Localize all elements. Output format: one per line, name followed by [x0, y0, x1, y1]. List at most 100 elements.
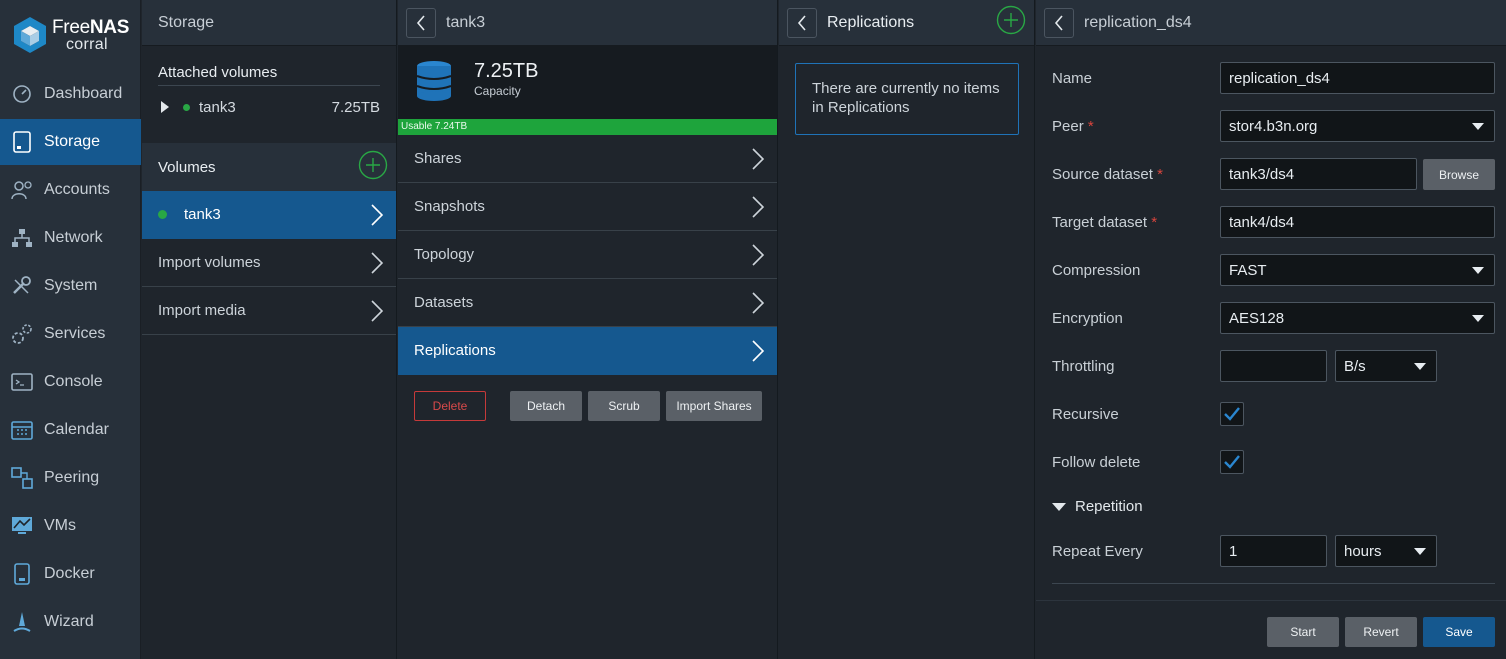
sidebar-item-network[interactable]: Network: [0, 215, 141, 261]
peering-icon: [0, 467, 44, 489]
volumes-header: Volumes: [142, 143, 396, 191]
freenas-logo[interactable]: FreeNAS corral: [0, 0, 140, 72]
expand-triangle-icon[interactable]: [161, 101, 169, 113]
follow-delete-checkbox[interactable]: [1220, 450, 1244, 474]
repeat-unit-value: hours: [1344, 542, 1382, 560]
encryption-row: Encryption AES128: [1052, 302, 1496, 334]
system-icon: [0, 276, 44, 296]
sidebar-item-system[interactable]: System: [0, 263, 141, 309]
tab-replications[interactable]: Replications: [398, 327, 777, 375]
sidebar-item-peering[interactable]: Peering: [0, 455, 141, 501]
chevron-right-icon: [752, 147, 765, 170]
source-dataset-field[interactable]: tank3/ds4: [1220, 158, 1417, 190]
target-dataset-label: Target dataset *: [1052, 213, 1158, 231]
sidebar-item-label: Dashboard: [44, 85, 123, 102]
tab-topology[interactable]: Topology: [398, 231, 777, 279]
add-replication-button[interactable]: [996, 5, 1026, 40]
attached-volume-row[interactable]: tank3 7.25TB: [158, 92, 380, 122]
sidebar-item-wizard[interactable]: Wizard: [0, 599, 141, 645]
repetition-section-toggle[interactable]: Repetition: [1052, 498, 1143, 515]
import-media-item[interactable]: Import media: [142, 287, 396, 335]
import-volumes-label: Import volumes: [158, 254, 261, 271]
chevron-down-icon: [1472, 314, 1484, 322]
freenas-logo-icon: [14, 17, 46, 53]
volume-item-tank3[interactable]: tank3: [142, 191, 396, 239]
throttling-field[interactable]: [1220, 350, 1327, 382]
tab-shares[interactable]: Shares: [398, 135, 777, 183]
encryption-value: AES128: [1229, 309, 1285, 327]
sidebar-item-console[interactable]: Console: [0, 359, 141, 405]
back-button[interactable]: [1044, 7, 1074, 38]
repeat-every-row: Repeat Every 1 hours: [1052, 535, 1496, 567]
volume-detail-panel: tank3 7.25TB Capacity Usable 7.24TB Shar…: [398, 0, 778, 659]
chevron-right-icon: [371, 299, 384, 322]
checkmark-icon: [1224, 407, 1240, 421]
recursive-checkbox[interactable]: [1220, 402, 1244, 426]
import-media-label: Import media: [158, 302, 246, 319]
attached-volumes-title: Attached volumes: [158, 64, 380, 86]
sidebar-item-calendar[interactable]: Calendar: [0, 407, 141, 453]
back-button[interactable]: [787, 7, 817, 38]
compression-value: FAST: [1229, 261, 1267, 279]
throttling-unit-select[interactable]: B/s: [1335, 350, 1437, 382]
sidebar-item-services[interactable]: Services: [0, 311, 141, 357]
usage-bar: Usable 7.24TB: [398, 119, 777, 135]
import-volumes-item[interactable]: Import volumes: [142, 239, 396, 287]
tab-label: Topology: [414, 246, 475, 263]
chevron-right-icon: [752, 195, 765, 218]
sidebar-item-vms[interactable]: VMs: [0, 503, 141, 549]
detach-button[interactable]: Detach: [510, 391, 582, 421]
peer-row: Peer * stor4.b3n.org: [1052, 110, 1496, 142]
sidebar-item-label: Wizard: [44, 613, 94, 630]
sidebar-item-label: Services: [44, 325, 106, 342]
save-button[interactable]: Save: [1423, 617, 1495, 647]
sidebar-item-dashboard[interactable]: Dashboard: [0, 71, 141, 117]
storage-header: Storage: [142, 0, 396, 46]
sidebar-item-storage[interactable]: Storage: [0, 119, 141, 165]
compression-label: Compression: [1052, 261, 1141, 279]
name-label: Name: [1052, 69, 1093, 87]
chevron-down-icon: [1472, 122, 1484, 130]
source-dataset-label: Source dataset *: [1052, 165, 1163, 183]
sidebar-item-docker[interactable]: Docker: [0, 551, 141, 597]
tab-snapshots[interactable]: Snapshots: [398, 183, 777, 231]
revert-button[interactable]: Revert: [1345, 617, 1417, 647]
add-volume-button[interactable]: [358, 150, 388, 184]
page-title: Storage: [158, 13, 215, 31]
checkmark-icon: [1224, 455, 1240, 469]
docker-icon: [0, 563, 44, 585]
start-button[interactable]: Start: [1267, 617, 1339, 647]
scrub-button[interactable]: Scrub: [588, 391, 660, 421]
target-dataset-field[interactable]: tank4/ds4: [1220, 206, 1495, 238]
compression-select[interactable]: FAST: [1220, 254, 1495, 286]
capacity-value: 7.25TB: [474, 60, 539, 82]
repeat-every-field[interactable]: 1: [1220, 535, 1327, 567]
peer-select[interactable]: stor4.b3n.org: [1220, 110, 1495, 142]
logo-text-corral: corral: [66, 36, 108, 53]
chevron-down-icon: [1472, 266, 1484, 274]
browse-button[interactable]: Browse: [1423, 159, 1495, 190]
accounts-icon: [0, 180, 44, 200]
throttling-label: Throttling: [1052, 357, 1115, 375]
chevron-right-icon: [752, 339, 765, 362]
repeat-unit-select[interactable]: hours: [1335, 535, 1437, 567]
throttling-row: Throttling B/s: [1052, 350, 1496, 382]
import-shares-button[interactable]: Import Shares: [666, 391, 762, 421]
replication-form-header: replication_ds4: [1036, 0, 1506, 46]
required-mark: *: [1151, 213, 1158, 231]
sidebar-item-label: System: [44, 277, 98, 294]
tab-datasets[interactable]: Datasets: [398, 279, 777, 327]
storage-panel: Storage Attached volumes tank3 7.25TB Vo…: [142, 0, 397, 659]
sidebar-item-accounts[interactable]: Accounts: [0, 167, 141, 213]
services-icon: [0, 323, 44, 345]
delete-button[interactable]: Delete: [414, 391, 486, 421]
attached-volume-size: 7.25TB: [331, 98, 380, 116]
name-field[interactable]: replication_ds4: [1220, 62, 1495, 94]
tab-label: Shares: [414, 150, 462, 167]
encryption-select[interactable]: AES128: [1220, 302, 1495, 334]
database-icon: [416, 61, 452, 101]
chevron-right-icon: [371, 251, 384, 274]
back-button[interactable]: [406, 7, 436, 38]
compression-row: Compression FAST: [1052, 254, 1496, 286]
attached-volumes-section: Attached volumes tank3 7.25TB: [142, 46, 396, 143]
